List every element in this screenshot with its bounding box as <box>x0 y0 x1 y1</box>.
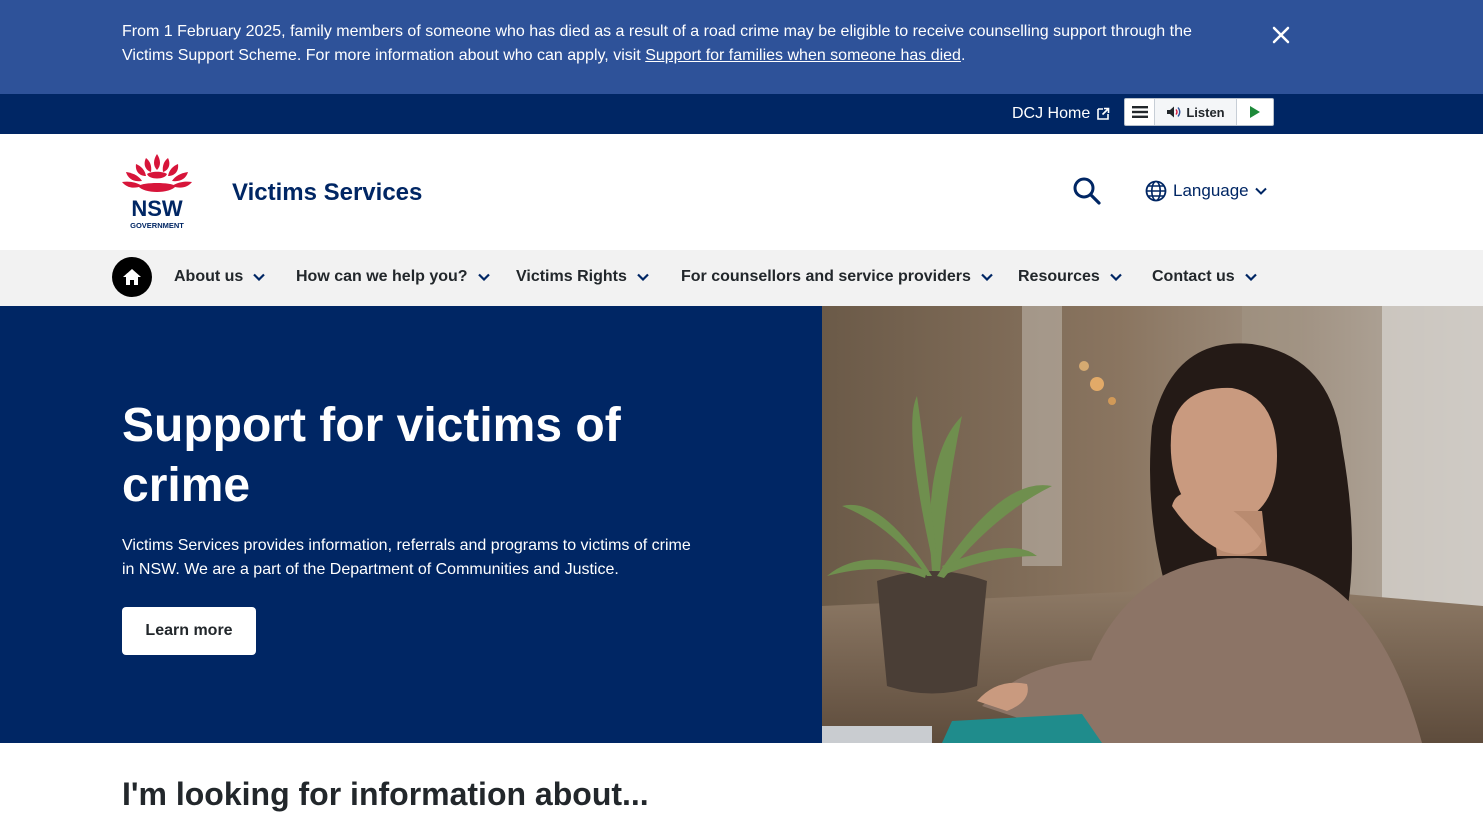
logo-government-text: GOVERNMENT <box>130 221 184 230</box>
chevron-down-icon <box>637 273 649 281</box>
listen-button[interactable]: Listen <box>1155 99 1237 125</box>
utility-bar: DCJ Home Listen <box>0 94 1483 134</box>
nav-item-resources[interactable]: Resources <box>1018 267 1122 287</box>
chevron-down-icon <box>477 273 490 281</box>
play-icon <box>1250 106 1260 118</box>
main-navigation: About us How can we help you? Victims Ri… <box>0 250 1483 306</box>
play-button[interactable] <box>1237 99 1273 125</box>
chevron-down-icon <box>1110 273 1122 281</box>
site-name[interactable]: Victims Services <box>232 178 422 208</box>
listen-widget: Listen <box>1124 98 1274 126</box>
language-selector[interactable]: Language <box>1145 180 1267 202</box>
alert-message: From 1 February 2025, family members of … <box>122 20 1242 68</box>
chevron-down-icon <box>253 273 266 281</box>
home-icon <box>123 269 141 285</box>
hero-description: Victims Services provides information, r… <box>122 537 691 578</box>
nav-item-label: For counsellors and service providers <box>681 268 971 285</box>
menu-icon <box>1131 106 1148 118</box>
language-label: Language <box>1173 181 1249 200</box>
logo-nsw-text: NSW <box>131 196 183 221</box>
nav-item-label: Resources <box>1018 268 1100 285</box>
chevron-down-icon <box>1254 187 1267 195</box>
listen-label: Listen <box>1186 104 1225 120</box>
alert-link[interactable]: Support for families when someone has di… <box>645 47 961 64</box>
hero-section: Support for victims of crime Victims Ser… <box>0 306 822 743</box>
chevron-down-icon <box>1244 273 1257 281</box>
learn-more-button[interactable]: Learn more <box>122 607 256 655</box>
hero-title: Support for victims of crime <box>122 399 621 512</box>
alert-banner: From 1 February 2025, family members of … <box>0 0 1483 94</box>
speaker-icon <box>1167 106 1181 118</box>
external-link-icon <box>1097 107 1110 120</box>
nav-item-about-us[interactable]: About us <box>174 267 266 287</box>
home-button[interactable] <box>112 257 152 297</box>
hero-image <box>822 306 1483 743</box>
nav-item-counsellors-providers[interactable]: For counsellors and service providers <box>681 267 993 287</box>
nsw-government-logo[interactable]: NSW GOVERNMENT <box>120 152 194 232</box>
dcj-home-link[interactable]: DCJ Home <box>1012 104 1110 124</box>
search-icon[interactable] <box>1072 176 1102 206</box>
dcj-home-label: DCJ Home <box>1012 105 1091 122</box>
globe-icon <box>1145 180 1167 202</box>
nav-item-victims-rights[interactable]: Victims Rights <box>516 267 649 287</box>
nav-item-how-can-we-help[interactable]: How can we help you? <box>296 267 490 287</box>
nav-item-label: Contact us <box>1152 268 1235 285</box>
nav-item-label: Victims Rights <box>516 268 627 285</box>
site-header: NSW GOVERNMENT Victims Services Language <box>0 134 1483 250</box>
nav-item-contact-us[interactable]: Contact us <box>1152 267 1257 287</box>
waratah-icon <box>122 154 192 192</box>
close-icon[interactable] <box>1268 22 1294 48</box>
nav-item-label: How can we help you? <box>296 268 468 285</box>
section-heading: I'm looking for information about... <box>122 776 649 812</box>
listen-menu-button[interactable] <box>1125 99 1155 125</box>
nav-item-label: About us <box>174 268 244 285</box>
alert-text-end: . <box>960 47 966 64</box>
chevron-down-icon <box>981 273 993 281</box>
